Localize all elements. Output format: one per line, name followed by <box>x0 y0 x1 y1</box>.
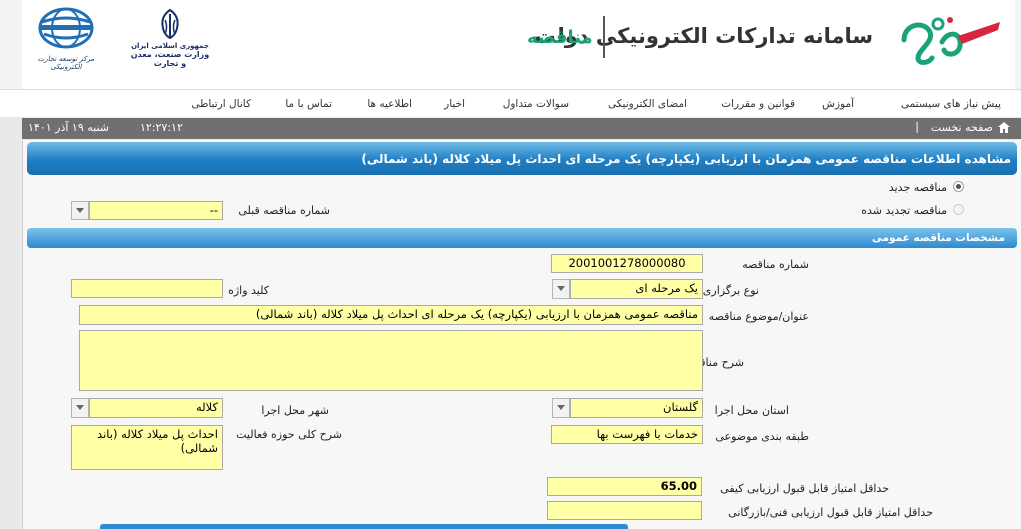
site-header: سامانه تدارکات الکترونیکی دولت مناقصه جم… <box>0 0 1021 89</box>
category-label: طبقه بندی موضوعی <box>715 430 809 443</box>
subject-label: عنوان/موضوع مناقصه <box>708 310 809 323</box>
activity-label: شرح کلی حوزه فعالیت <box>236 428 342 441</box>
holding-type-select[interactable]: یک مرحله ای <box>570 279 703 299</box>
technical-score-label: حداقل امتیاز قابل قبول ارزیابی فنی/بازرگ… <box>728 506 933 519</box>
section-title: مناقصه <box>527 27 593 48</box>
section-title-text: مشخصات مناقصه عمومی <box>871 232 1005 244</box>
holding-type-label: نوع برگزاری <box>702 284 759 297</box>
keyword-label: کلید واژه <box>228 284 269 297</box>
nav-item-announcements[interactable]: اطلاعیه ها <box>367 98 412 110</box>
date-display: شنبه ۱۹ آذر ۱۴۰۱ <box>28 121 109 134</box>
technical-score-field[interactable] <box>547 501 702 520</box>
chevron-down-icon[interactable] <box>71 201 89 220</box>
home-link[interactable]: صفحه نخست <box>931 121 993 134</box>
tender-number-label: شماره مناقصه <box>742 258 809 271</box>
province-select[interactable]: گلستان <box>570 398 703 418</box>
nav-item-prerequisites[interactable]: پیش نیاز های سیستمی <box>901 98 1001 110</box>
setad-logo[interactable] <box>898 10 1004 66</box>
activity-field[interactable]: احداث پل میلاد کلاله (باند شمالی) <box>71 425 223 470</box>
description-field[interactable] <box>79 330 703 391</box>
iran-emblem: جمهوری اسلامی ایران وزارت صنعت، معدن و ت… <box>130 8 210 70</box>
category-field[interactable]: خدمات با فهرست بها <box>551 425 703 444</box>
previous-number-select[interactable]: -- <box>89 201 223 220</box>
breadcrumb-separator: | <box>915 120 919 133</box>
header-divider <box>603 16 605 58</box>
city-label: شهر محل اجرا <box>261 404 329 417</box>
renewed-tender-radio[interactable] <box>953 204 964 215</box>
nav-item-channel[interactable]: کانال ارتباطی <box>191 98 251 110</box>
section-header: مشخصات مناقصه عمومی <box>27 228 1017 248</box>
emblem-icon <box>161 8 179 40</box>
home-icon[interactable] <box>997 121 1011 134</box>
province-label: استان محل اجرا <box>714 404 789 417</box>
quality-score-field[interactable]: 65.00 <box>547 477 702 496</box>
page-title: مشاهده اطلاعات مناقصه عمومی همزمان با ار… <box>361 152 1011 166</box>
nav-item-contact[interactable]: تماس با ما <box>285 98 332 110</box>
subject-field[interactable]: مناقصه عمومی همزمان با ارزیابی (یکپارچه)… <box>79 305 703 325</box>
main-nav: پیش نیاز های سیستمی آموزش قوانین و مقررا… <box>0 89 1021 117</box>
nav-item-laws[interactable]: قوانین و مقررات <box>721 98 795 110</box>
keyword-field[interactable] <box>71 279 223 298</box>
next-section-header <box>100 524 628 529</box>
nav-item-e-signature[interactable]: امضای الکترونیکی <box>608 98 687 110</box>
chevron-down-icon[interactable] <box>552 398 570 418</box>
chevron-down-icon[interactable] <box>552 279 570 299</box>
new-tender-label: مناقصه جدید <box>888 181 947 194</box>
globe-icon <box>38 7 94 49</box>
renewed-tender-label: مناقصه تجدید شده <box>861 204 947 217</box>
nav-item-faq[interactable]: سوالات متداول <box>503 98 569 110</box>
time-display: ۱۲:۲۷:۱۲ <box>140 121 183 134</box>
tender-number-field[interactable]: 2001001278000080 <box>551 254 703 273</box>
nav-item-news[interactable]: اخبار <box>444 98 465 110</box>
info-bar: صفحه نخست | شنبه ۱۹ آذر ۱۴۰۱ ۱۲:۲۷:۱۲ <box>22 118 1021 139</box>
page-title-bar: مشاهده اطلاعات مناقصه عمومی همزمان با ار… <box>27 142 1017 175</box>
previous-number-label: شماره مناقصه قبلی <box>238 204 330 217</box>
trade-center-logo: مرکز توسعه تجارت الکترونیکی <box>30 6 102 71</box>
nav-item-training[interactable]: آموزش <box>822 98 854 110</box>
quality-score-label: حداقل امتیاز قابل قبول ارزیابی کیفی <box>720 482 889 495</box>
chevron-down-icon[interactable] <box>71 398 89 418</box>
city-select[interactable]: کلاله <box>89 398 223 418</box>
new-tender-radio[interactable] <box>953 181 964 192</box>
